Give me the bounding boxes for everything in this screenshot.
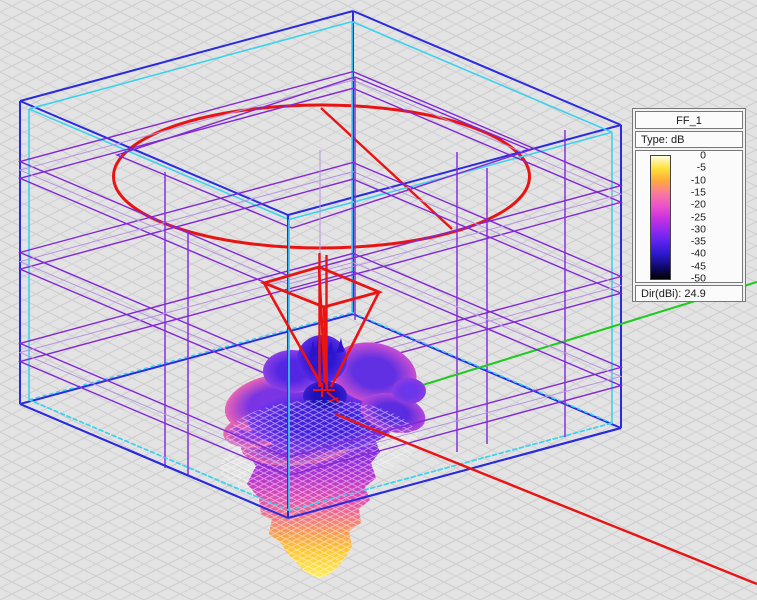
legend-title: FF_1 [635,111,743,129]
colorbar-tick-label: -40 [690,247,706,260]
colorbar-tick-label: -20 [690,198,706,211]
legend-directivity: Dir(dBi): 24.9 [635,285,743,302]
legend-colorbar: 0 -5 -10 -15 -20 -25 -30 -35 -40 -45 -50 [635,149,743,285]
colorbar-tick-label: -25 [690,211,706,224]
3d-viewport[interactable]: FF_1 Type: dB 0 -5 -10 -15 -20 -25 -30 -35 -40 -4… [0,0,757,600]
colorbar-tick-label: -5 [696,161,706,174]
colorbar-tick-label: -45 [690,260,706,273]
colorbar-tick-label: -15 [690,186,706,199]
farfield-legend-panel: FF_1 Type: dB 0 -5 -10 -15 -20 -25 -30 -35 -40 -4… [632,108,746,302]
colorbar-tick-label: -10 [690,174,706,187]
colorbar-tick-label: 0 [700,149,706,162]
colorbar-tick-label: -50 [690,272,706,285]
colorbar-tick-label: -30 [690,223,706,236]
legend-type-label: Type: dB [635,131,743,148]
colorbar-tick-label: -35 [690,235,706,248]
